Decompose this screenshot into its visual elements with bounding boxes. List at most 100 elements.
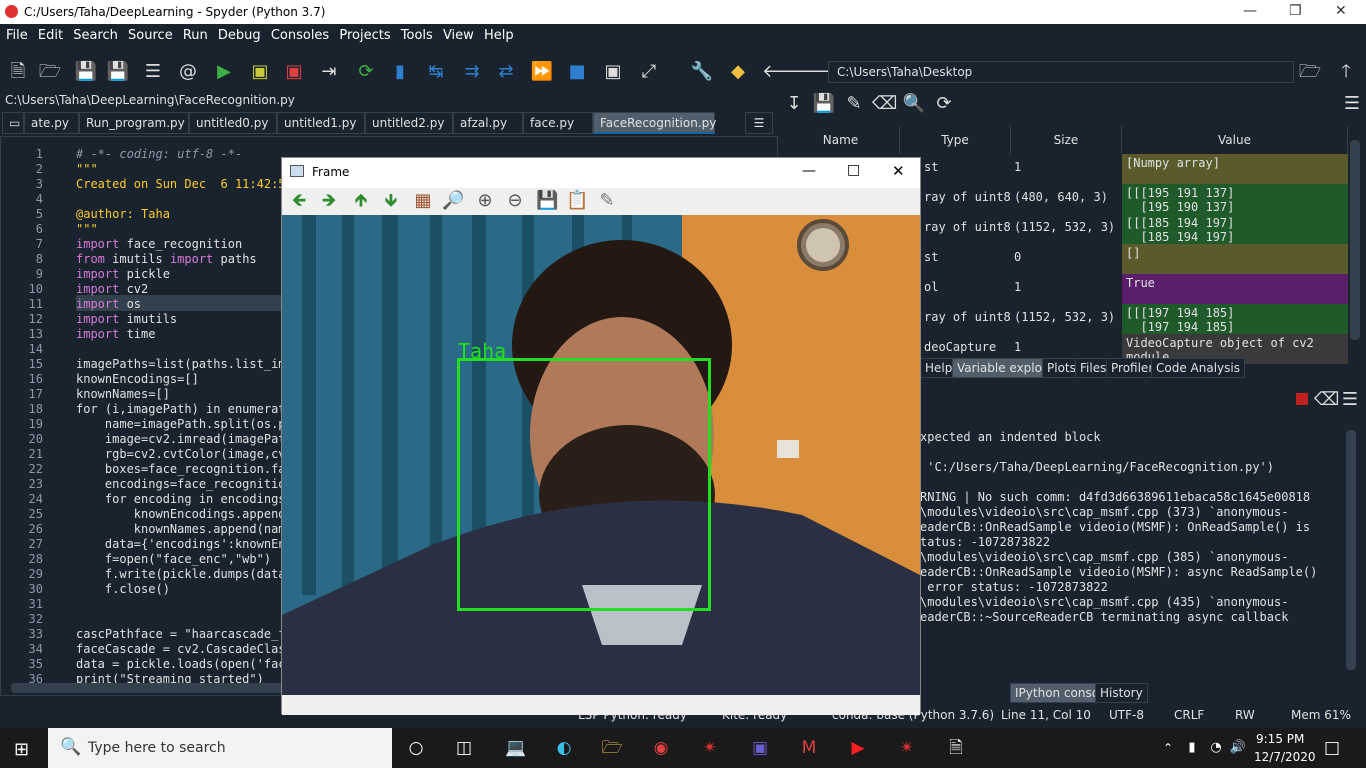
- variable-scrollbar[interactable]: [1350, 140, 1360, 340]
- tab-menu-icon[interactable]: ☰: [745, 112, 773, 134]
- pan-left-icon[interactable]: 🡸: [288, 190, 310, 212]
- menu-view[interactable]: View: [443, 28, 474, 43]
- zoom-region-icon[interactable]: 🔎: [442, 190, 464, 212]
- teams-icon[interactable]: ▣: [748, 737, 772, 759]
- properties-icon[interactable]: ✎: [596, 190, 618, 212]
- notifications-icon[interactable]: □: [1320, 737, 1344, 759]
- youtube-icon[interactable]: ▶: [846, 737, 870, 759]
- menu-search[interactable]: Search: [73, 28, 118, 43]
- import-data-icon[interactable]: ↧: [782, 92, 806, 116]
- opencv-frame-window[interactable]: Frame — □ ✕ 🡸 🡺 🡹 🡻 ▦ 🔎 ⊕ ⊖ 💾 📋 ✎ Taha: [281, 157, 921, 715]
- battery-icon[interactable]: ▮: [1180, 737, 1204, 759]
- clock-date[interactable]: 12/7/2020: [1254, 750, 1316, 764]
- pan-down-icon[interactable]: 🡻: [380, 190, 402, 212]
- fullscreen-icon[interactable]: ⤢: [637, 60, 661, 84]
- working-directory-input[interactable]: C:\Users\Taha\Desktop: [828, 61, 1294, 83]
- frame-minimize-button[interactable]: —: [802, 163, 816, 179]
- wifi-icon[interactable]: ◔: [1204, 737, 1228, 759]
- pan-right-icon[interactable]: 🡺: [318, 190, 340, 212]
- spyder2-taskbar-icon[interactable]: ✴: [895, 737, 919, 759]
- stop-kernel-icon[interactable]: [1296, 393, 1308, 405]
- spyder-taskbar-icon[interactable]: ✴: [698, 737, 722, 759]
- menu-projects[interactable]: Projects: [339, 28, 390, 43]
- stop-debug-icon[interactable]: ■: [565, 60, 589, 84]
- run-selection-icon[interactable]: ⇥: [317, 60, 341, 84]
- save-icon[interactable]: 💾: [74, 60, 98, 84]
- console-scrollbar[interactable]: [1346, 430, 1356, 670]
- at-icon[interactable]: @: [176, 60, 200, 84]
- clock-time[interactable]: 9:15 PM: [1256, 732, 1304, 746]
- frame-close-button[interactable]: ✕: [892, 162, 905, 180]
- run-icon[interactable]: ▶: [212, 60, 236, 84]
- notepad-icon[interactable]: 🗎: [944, 737, 968, 759]
- open-folder-icon[interactable]: 🗁: [38, 60, 62, 84]
- step-icon[interactable]: ↹: [424, 60, 448, 84]
- copy-clipboard-icon[interactable]: 📋: [566, 190, 588, 212]
- debug-icon[interactable]: ▮: [388, 60, 412, 84]
- console-menu-icon[interactable]: ☰: [1338, 388, 1362, 412]
- back-arrow-icon[interactable]: 🡐: [762, 60, 810, 84]
- tab-run-program[interactable]: Run_program.py: [79, 112, 189, 134]
- menu-source[interactable]: Source: [128, 28, 173, 43]
- chrome-icon[interactable]: ◉: [649, 737, 673, 759]
- forward-arrow-icon[interactable]: 🡒: [796, 60, 844, 84]
- step-into-icon[interactable]: ⇉: [460, 60, 484, 84]
- ipython-console[interactable]: xpected an indented block 'C:/Users/Taha…: [920, 418, 1350, 678]
- taskbar-search-box[interactable]: 🔍 Type here to search: [48, 728, 392, 768]
- minimize-button[interactable]: —: [1243, 3, 1257, 19]
- variable-row[interactable]: ol 1 True: [900, 274, 1348, 304]
- variable-row[interactable]: st 0 []: [900, 244, 1348, 274]
- close-button[interactable]: ✕: [1335, 3, 1347, 19]
- tab-ate[interactable]: ate.py: [24, 112, 79, 134]
- tab-afzal[interactable]: afzal.py: [453, 112, 523, 134]
- file-explorer-icon[interactable]: 🗁: [600, 737, 624, 759]
- volume-icon[interactable]: 🔊: [1226, 737, 1250, 759]
- menu-debug[interactable]: Debug: [218, 28, 261, 43]
- col-name[interactable]: Name: [782, 126, 900, 154]
- tab-facerecognition[interactable]: FaceRecognition.py: [593, 112, 716, 134]
- task-view-icon[interactable]: ◫: [452, 737, 476, 759]
- continue-icon[interactable]: ⏩: [530, 60, 554, 84]
- variable-row[interactable]: ray of uint8 (1152, 532, 3) [[[197 194 185…: [900, 304, 1348, 334]
- rerun-icon[interactable]: ⟳: [354, 60, 378, 84]
- tray-chevron-icon[interactable]: ⌃: [1156, 737, 1180, 759]
- maximize-button[interactable]: ❐: [1289, 3, 1302, 19]
- tab-untitled0[interactable]: untitled0.py: [189, 112, 277, 134]
- pan-up-icon[interactable]: 🡹: [350, 190, 372, 212]
- menu-run[interactable]: Run: [183, 28, 208, 43]
- run-cell-advance-icon[interactable]: ▣: [282, 60, 306, 84]
- save-data-icon[interactable]: 💾: [812, 92, 836, 116]
- menu-consoles[interactable]: Consoles: [271, 28, 329, 43]
- tab-untitled1[interactable]: untitled1.py: [277, 112, 365, 134]
- windows-start-icon[interactable]: ⊞: [14, 739, 29, 760]
- list-icon[interactable]: ☰: [141, 60, 165, 84]
- gmail-icon[interactable]: M: [797, 737, 821, 759]
- zoom-fit-icon[interactable]: ▦: [412, 190, 434, 212]
- laptop-app-icon[interactable]: 💻: [504, 737, 528, 759]
- refresh-icon[interactable]: ⟳: [932, 92, 956, 116]
- python-path-icon[interactable]: ◆: [726, 60, 750, 84]
- zoom-out-icon[interactable]: ⊖: [504, 190, 526, 212]
- save-all-icon[interactable]: 💾: [106, 60, 130, 84]
- options-menu-icon[interactable]: ☰: [1340, 92, 1364, 116]
- cortana-icon[interactable]: ○: [404, 737, 428, 759]
- menu-file[interactable]: File: [6, 28, 28, 43]
- maximize-pane-icon[interactable]: ▣: [601, 60, 625, 84]
- clear-console-icon[interactable]: ⌫: [1314, 388, 1339, 412]
- run-cell-icon[interactable]: ▣: [248, 60, 272, 84]
- edge-icon[interactable]: ◐: [552, 737, 576, 759]
- menu-edit[interactable]: Edit: [38, 28, 63, 43]
- browse-tabs-icon[interactable]: ▭: [2, 112, 24, 134]
- tab-face[interactable]: face.py: [523, 112, 593, 134]
- menu-tools[interactable]: Tools: [401, 28, 433, 43]
- zoom-in-icon[interactable]: ⊕: [474, 190, 496, 212]
- tab-untitled2[interactable]: untitled2.py: [365, 112, 453, 134]
- col-size[interactable]: Size: [1011, 126, 1122, 154]
- col-type[interactable]: Type: [900, 126, 1011, 154]
- tools-icon[interactable]: 🔧: [690, 60, 714, 84]
- browse-folder-icon[interactable]: 🗁: [1298, 60, 1322, 84]
- save-data-as-icon[interactable]: ✎: [842, 92, 866, 116]
- variable-row[interactable]: ray of uint8 (1152, 532, 3) [[[185 194 197…: [900, 214, 1348, 244]
- tab-history[interactable]: History: [1095, 683, 1148, 703]
- save-image-icon[interactable]: 💾: [536, 190, 558, 212]
